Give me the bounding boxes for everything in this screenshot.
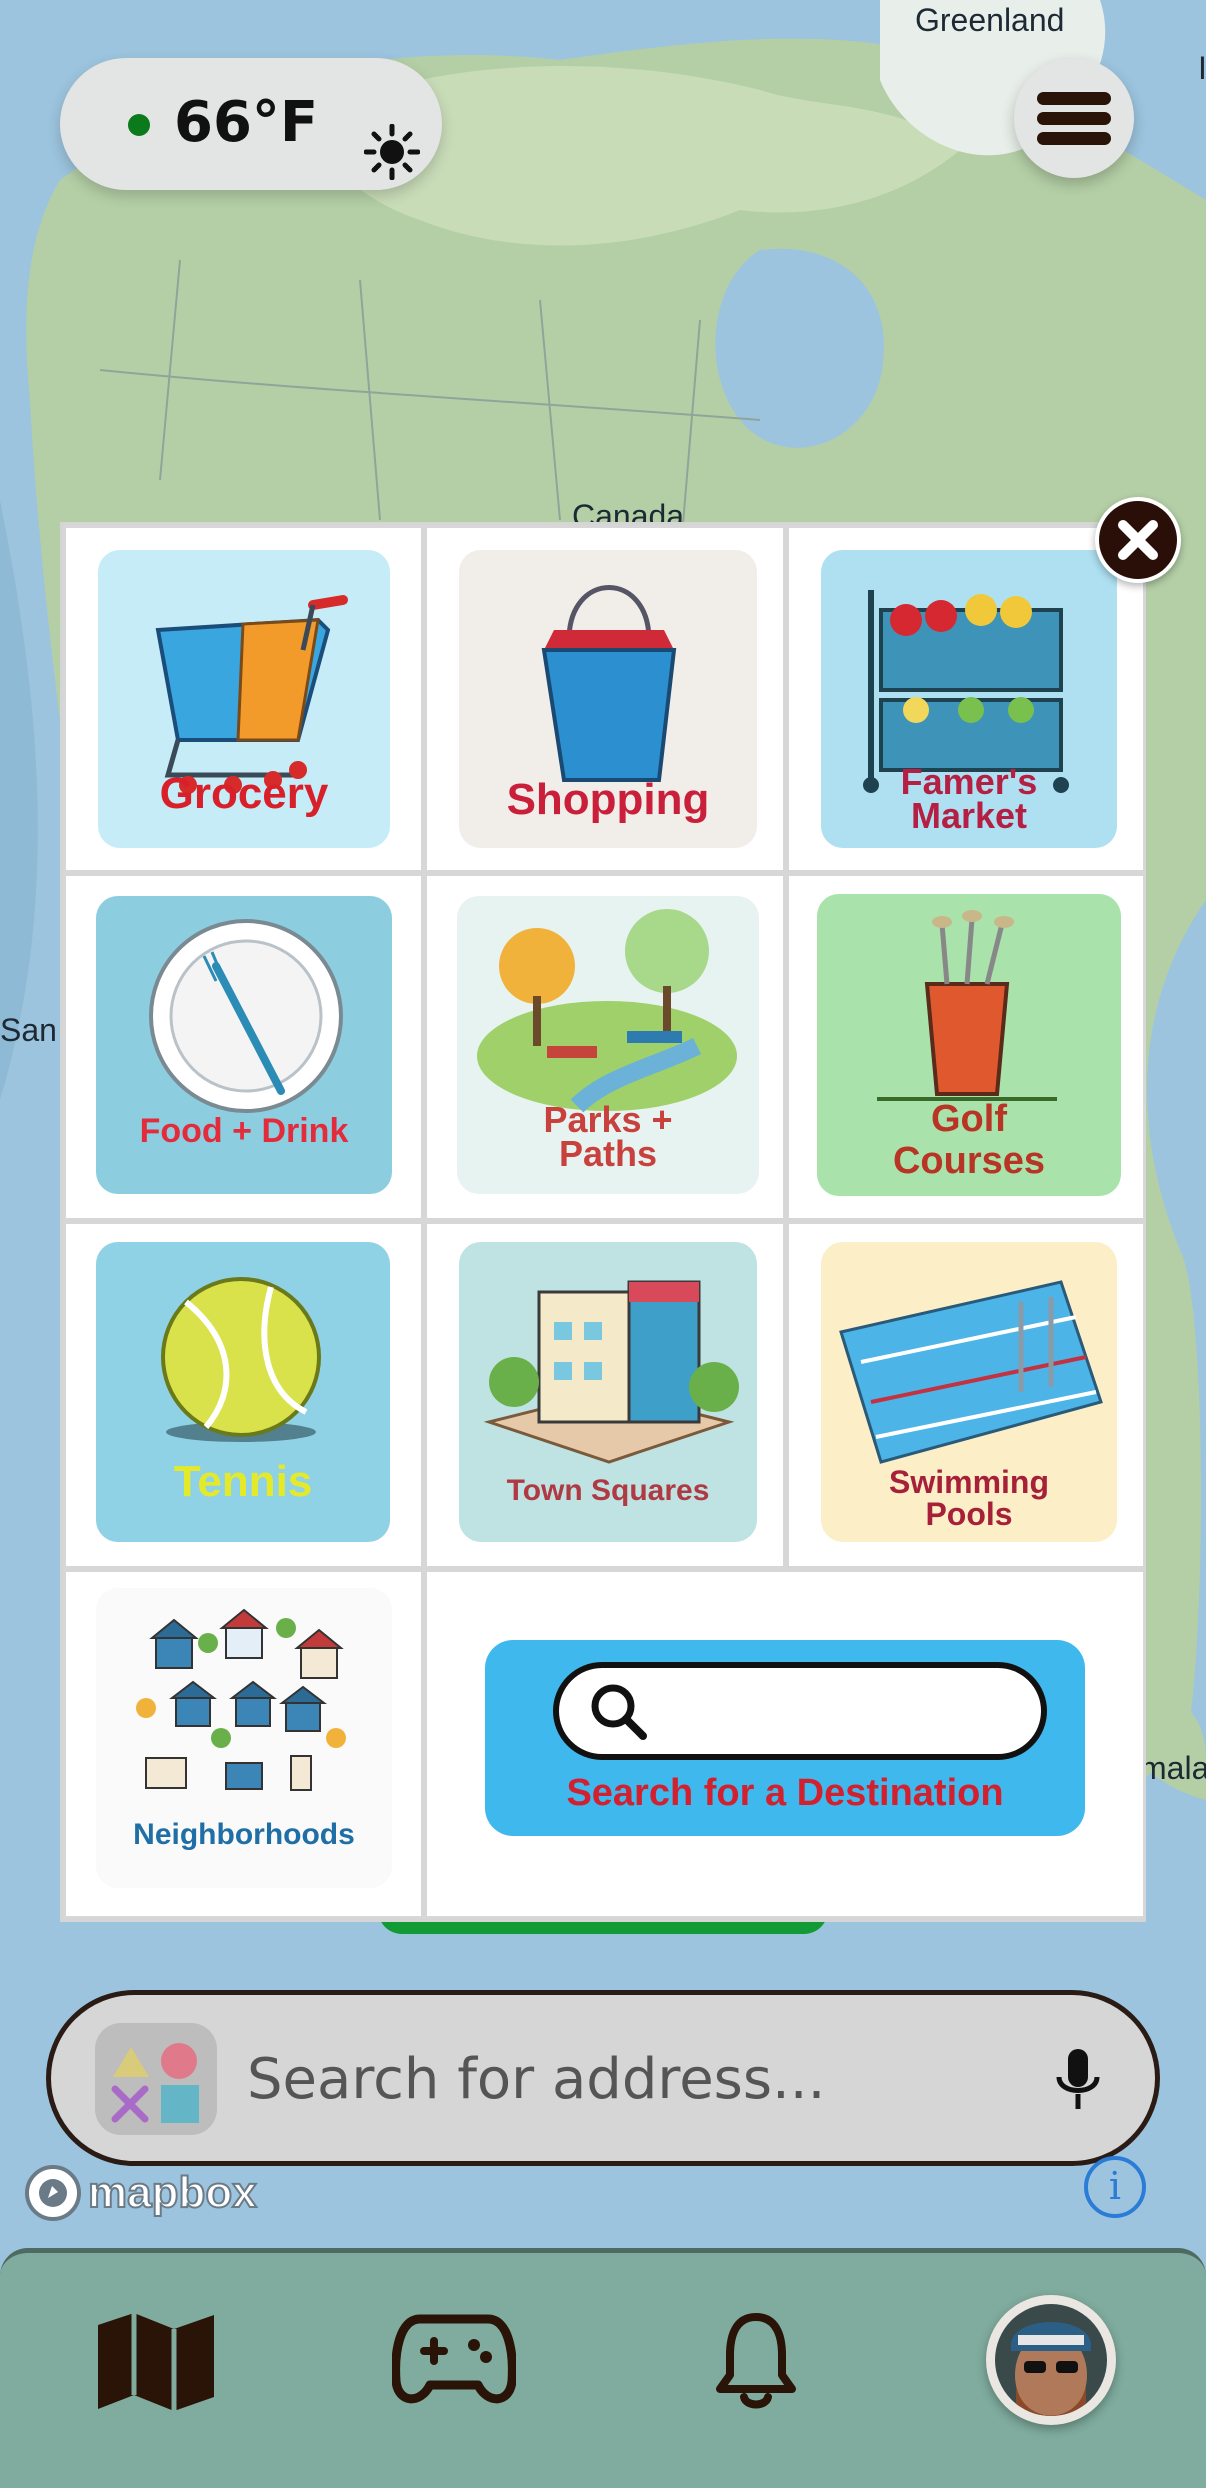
map-label-greenland: Greenland bbox=[915, 2, 1065, 38]
categories-button[interactable] bbox=[95, 2023, 217, 2135]
swimming-pools-label-line1: Swimming bbox=[888, 1464, 1049, 1500]
category-neighborhoods[interactable]: Neighborhoods bbox=[63, 1569, 424, 1919]
golf-courses-tile: Golf Courses bbox=[817, 894, 1121, 1196]
hamburger-menu-icon-bar bbox=[1037, 112, 1111, 125]
category-golf-courses[interactable]: Golf Courses bbox=[786, 873, 1146, 1221]
category-farmers-market[interactable]: Famer's Market bbox=[786, 525, 1146, 873]
shopping-tile: Shopping bbox=[459, 550, 757, 848]
hamburger-menu-icon bbox=[1037, 92, 1111, 105]
close-button[interactable] bbox=[1095, 497, 1181, 583]
food-drink-label: Food + Drink bbox=[139, 1112, 349, 1150]
info-button[interactable]: i bbox=[1084, 2156, 1146, 2218]
neighborhoods-tile: Neighborhoods bbox=[96, 1588, 392, 1888]
bottom-navigation bbox=[0, 2248, 1206, 2488]
gamepad-icon bbox=[391, 2314, 517, 2404]
tennis-tile: Tennis bbox=[96, 1242, 390, 1542]
temperature-text: 66°F bbox=[174, 90, 319, 155]
close-icon bbox=[1118, 520, 1158, 560]
mapbox-logo[interactable]: mapbox bbox=[22, 2162, 258, 2224]
avatar[interactable] bbox=[986, 2295, 1116, 2425]
category-grid: Grocery Shopping Famer's Market Food + D… bbox=[60, 522, 1146, 1922]
hamburger-menu-icon-bar bbox=[1037, 132, 1111, 145]
mapbox-wordmark: mapbox bbox=[87, 2167, 258, 2218]
nav-map[interactable] bbox=[94, 2311, 218, 2415]
category-town-squares[interactable]: Town Squares bbox=[424, 1221, 786, 1569]
weather-status-dot bbox=[128, 114, 150, 136]
swimming-pools-tile: Swimming Pools bbox=[821, 1242, 1117, 1542]
golf-courses-label-line2: Courses bbox=[892, 1140, 1046, 1182]
address-search-input[interactable]: Search for address... bbox=[247, 2047, 825, 2112]
destination-search-label: Search for a Destination bbox=[566, 1772, 1004, 1814]
grocery-label: Grocery bbox=[159, 769, 329, 818]
golf-courses-label-line1: Golf bbox=[931, 1098, 1007, 1140]
food-drink-tile: Food + Drink bbox=[96, 896, 392, 1194]
shapes-icon bbox=[111, 2043, 199, 2123]
tennis-label: Tennis bbox=[173, 1457, 313, 1506]
mapbox-icon bbox=[25, 2165, 81, 2221]
grocery-tile: Grocery bbox=[98, 550, 390, 848]
microphone-icon[interactable] bbox=[1053, 2047, 1103, 2121]
neighborhoods-label: Neighborhoods bbox=[133, 1818, 355, 1851]
address-search-bar[interactable]: Search for address... bbox=[46, 1990, 1160, 2166]
category-tennis[interactable]: Tennis bbox=[63, 1221, 424, 1569]
parks-paths-label-line2: Paths bbox=[558, 1133, 658, 1174]
category-swimming-pools[interactable]: Swimming Pools bbox=[786, 1221, 1146, 1569]
town-squares-label: Town Squares bbox=[506, 1474, 710, 1507]
destination-search-tile[interactable]: Search for a Destination bbox=[485, 1640, 1085, 1836]
map-label-guatemala: mala bbox=[1140, 1750, 1206, 1786]
nav-notifications[interactable] bbox=[714, 2309, 798, 2413]
hamburger-menu-button[interactable] bbox=[1014, 58, 1134, 178]
destination-search-cell[interactable]: Search for a Destination bbox=[424, 1569, 1146, 1919]
swimming-pools-label-line2: Pools bbox=[925, 1496, 1013, 1532]
category-food-drink[interactable]: Food + Drink bbox=[63, 873, 424, 1221]
map-icon bbox=[98, 2313, 214, 2411]
category-grocery[interactable]: Grocery bbox=[63, 525, 424, 873]
destination-search-input[interactable] bbox=[553, 1662, 1047, 1760]
farmers-market-label-line2: Market bbox=[910, 795, 1028, 836]
bell-icon bbox=[716, 2313, 796, 2409]
farmers-market-tile: Famer's Market bbox=[821, 550, 1117, 848]
weather-widget[interactable]: 66°F bbox=[60, 58, 442, 190]
category-shopping[interactable]: Shopping bbox=[424, 525, 786, 873]
town-squares-tile: Town Squares bbox=[459, 1242, 757, 1542]
category-parks-paths[interactable]: Parks + Paths bbox=[424, 873, 786, 1221]
shopping-label: Shopping bbox=[506, 775, 710, 824]
map-label-edge: I bbox=[1198, 50, 1206, 86]
parks-paths-tile: Parks + Paths bbox=[457, 896, 759, 1194]
profile-photo bbox=[995, 2304, 1107, 2416]
search-icon bbox=[591, 1684, 647, 1740]
nav-games[interactable] bbox=[391, 2311, 517, 2411]
